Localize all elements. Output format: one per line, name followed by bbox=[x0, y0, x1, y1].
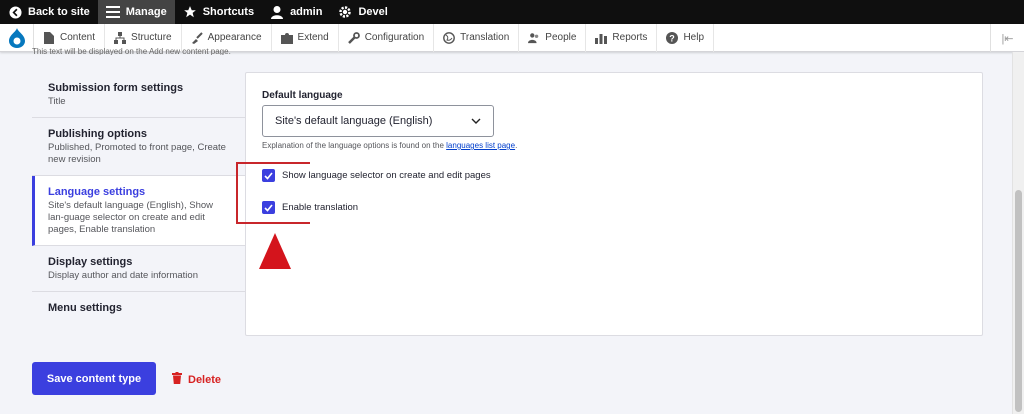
select-value: Site's default language (English) bbox=[275, 115, 433, 127]
tray-item-configuration[interactable]: Configuration bbox=[339, 23, 435, 52]
admin-toolbar: Back to site Manage Shortcuts admin Deve… bbox=[0, 0, 1024, 24]
vtab-display-settings[interactable]: Display settings Display author and date… bbox=[32, 246, 246, 292]
user-tab[interactable]: admin bbox=[262, 0, 330, 24]
tray-item-label: Content bbox=[60, 32, 96, 43]
tray-item-translation[interactable]: Translation bbox=[434, 23, 520, 52]
shortcuts-tab[interactable]: Shortcuts bbox=[175, 0, 262, 24]
vtab-title: Language settings bbox=[48, 186, 146, 198]
trash-icon bbox=[172, 372, 182, 387]
tray-item-label: Appearance bbox=[207, 32, 262, 43]
language-settings-pane: Default language Site's default language… bbox=[245, 72, 983, 336]
collapse-tray-button[interactable]: |⇤ bbox=[990, 24, 1024, 52]
user-label: admin bbox=[290, 6, 323, 18]
chart-icon bbox=[595, 32, 608, 44]
tray-item-label: Configuration bbox=[364, 32, 425, 43]
languages-list-link[interactable]: languages list page bbox=[446, 141, 515, 150]
user-icon bbox=[270, 5, 284, 19]
tray-item-extend[interactable]: Extend bbox=[272, 23, 339, 52]
back-to-site-label: Back to site bbox=[28, 6, 90, 18]
shortcuts-label: Shortcuts bbox=[202, 6, 255, 18]
save-content-type-button[interactable]: Save content type bbox=[32, 362, 156, 395]
wrench-icon bbox=[347, 31, 360, 44]
tray-item-label: Extend bbox=[297, 32, 329, 43]
clipped-help-text: This text will be displayed on the Add n… bbox=[32, 47, 231, 55]
delete-label: Delete bbox=[188, 373, 222, 386]
vtab-summary: Site's default language (English), Show … bbox=[48, 200, 213, 235]
structure-icon bbox=[114, 31, 127, 44]
back-to-site-link[interactable]: Back to site bbox=[0, 0, 98, 24]
vtab-summary: Title bbox=[48, 96, 66, 107]
page-scrollbar[interactable] bbox=[1012, 52, 1024, 414]
description-prefix: Explanation of the language options is f… bbox=[262, 141, 447, 150]
show-language-selector-label: Show language selector on create and edi… bbox=[282, 170, 491, 181]
description-suffix: . bbox=[515, 141, 518, 150]
hamburger-icon bbox=[105, 5, 120, 19]
tray-item-label: Help bbox=[683, 32, 705, 43]
gear-icon bbox=[338, 5, 352, 19]
drupal-drop-icon bbox=[8, 27, 25, 48]
vtab-submission-form[interactable]: Submission form settings Title bbox=[32, 72, 246, 118]
back-arrow-icon bbox=[8, 5, 22, 19]
vtab-summary: Published, Promoted to front page, Creat… bbox=[48, 142, 226, 165]
vtab-menu-settings[interactable]: Menu settings bbox=[32, 292, 246, 324]
vtab-language-settings[interactable]: Language settings Site's default languag… bbox=[32, 176, 246, 246]
drupal-logo[interactable] bbox=[0, 23, 34, 52]
vtab-summary: Display author and date information bbox=[48, 270, 198, 281]
chevron-down-icon bbox=[471, 116, 481, 128]
vtab-publishing-options[interactable]: Publishing options Published, Promoted t… bbox=[32, 118, 246, 176]
tray-item-label: Reports bbox=[612, 32, 648, 43]
devel-label: Devel bbox=[358, 6, 388, 18]
annotation-arrow bbox=[259, 233, 291, 269]
default-language-select[interactable]: Site's default language (English) bbox=[262, 105, 494, 137]
annotation-bracket bbox=[236, 162, 310, 224]
default-language-label: Default language bbox=[262, 90, 343, 101]
devel-tab[interactable]: Devel bbox=[330, 0, 395, 24]
globe-icon bbox=[443, 31, 456, 44]
svg-text:?: ? bbox=[670, 33, 676, 43]
vtab-title: Publishing options bbox=[48, 128, 147, 140]
language-description: Explanation of the language options is f… bbox=[262, 141, 517, 150]
delete-link[interactable]: Delete bbox=[172, 372, 221, 387]
tray-item-label: Structure bbox=[131, 32, 172, 43]
tray-item-reports[interactable]: Reports bbox=[586, 23, 658, 52]
vtab-title: Display settings bbox=[48, 256, 133, 268]
vertical-tabs: Submission form settings Title Publishin… bbox=[32, 72, 246, 336]
people-icon bbox=[528, 32, 540, 44]
tray-item-label: People bbox=[545, 32, 577, 43]
star-icon bbox=[183, 5, 197, 19]
scrollbar-thumb[interactable] bbox=[1015, 190, 1022, 412]
collapse-icon: |⇤ bbox=[1001, 32, 1014, 45]
help-icon: ? bbox=[666, 31, 679, 44]
puzzle-icon bbox=[280, 32, 293, 44]
manage-tab[interactable]: Manage bbox=[97, 0, 175, 24]
brush-icon bbox=[191, 31, 203, 44]
tray-item-help[interactable]: ? Help bbox=[657, 23, 715, 52]
tray-item-people[interactable]: People bbox=[519, 23, 587, 52]
file-icon bbox=[43, 31, 55, 44]
manage-label: Manage bbox=[125, 6, 167, 18]
vtab-title: Submission form settings bbox=[48, 82, 184, 94]
tray-item-label: Translation bbox=[460, 32, 510, 43]
vtab-title: Menu settings bbox=[48, 302, 122, 314]
